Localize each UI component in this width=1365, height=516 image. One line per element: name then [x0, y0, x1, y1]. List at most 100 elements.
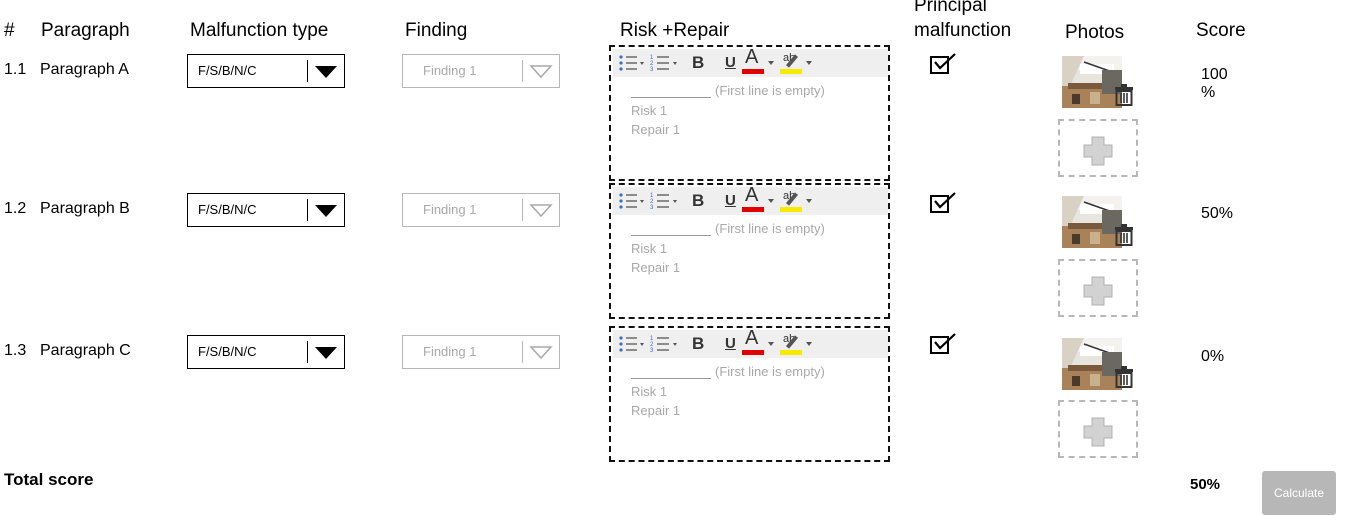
finding-value: Finding 1 [423, 344, 477, 359]
numbered-list-icon[interactable]: 1 2 3 [649, 49, 679, 77]
dropdown-arrow-icon[interactable] [314, 345, 338, 361]
underline-icon[interactable]: U [725, 187, 736, 215]
row-number: 1.1 [4, 61, 27, 78]
empty-line-underscore [631, 235, 711, 236]
row-score-line1: 0% [1201, 348, 1225, 365]
risk-repair-editor[interactable]: 1 2 3 B U A ab (First line is empty) Ris [609, 326, 890, 462]
header-principal: Principal [914, 0, 987, 16]
header-risk-repair: Risk +Repair [620, 20, 730, 41]
header-finding: Finding [405, 20, 468, 41]
underline-icon[interactable]: U [725, 330, 736, 358]
select-divider [307, 341, 308, 363]
highlight-icon[interactable]: ab [778, 330, 818, 358]
svg-text:3: 3 [650, 348, 654, 354]
numbered-list-icon[interactable]: 1 2 3 [649, 187, 679, 215]
underline-icon[interactable]: U [725, 49, 736, 77]
header-malfunction: malfunction [914, 20, 1012, 41]
add-photo-icon [1083, 417, 1113, 447]
row-score: 100 % [1201, 66, 1228, 102]
checkbox-checked-icon[interactable] [930, 333, 956, 355]
select-divider [307, 199, 308, 221]
editor-risk: Risk 1 [631, 103, 668, 118]
bold-icon[interactable]: B [692, 330, 704, 358]
total-score-label: Total score [4, 470, 94, 489]
finding-value: Finding 1 [423, 63, 477, 78]
finding-select[interactable]: Finding 1 [402, 54, 560, 88]
row-score: 50% [1201, 205, 1233, 223]
finding-value: Finding 1 [423, 202, 477, 217]
dropdown-arrow-icon[interactable] [529, 203, 553, 219]
finding-select[interactable]: Finding 1 [402, 335, 560, 369]
photo-image [1062, 338, 1122, 390]
header-num: # [4, 20, 15, 41]
photo-thumbnail[interactable] [1062, 56, 1122, 108]
row-number: 1.2 [4, 200, 27, 217]
photo-thumbnail[interactable] [1062, 196, 1122, 248]
select-divider [522, 199, 523, 221]
row-score-line1: 100 [1201, 66, 1228, 83]
font-color-letter: A [745, 184, 759, 206]
trash-icon[interactable] [1114, 84, 1134, 106]
checkbox-checked-icon[interactable] [930, 53, 956, 75]
checkbox-checked-icon[interactable] [930, 192, 956, 214]
header-paragraph: Paragraph [41, 20, 130, 41]
chevron-down-icon [806, 199, 812, 203]
highlight-swatch [780, 69, 802, 74]
add-photo-icon [1083, 276, 1113, 306]
header-malfunction-type: Malfunction type [190, 20, 329, 41]
chevron-down-icon [806, 342, 812, 346]
numbered-list-icon[interactable]: 1 2 3 [649, 330, 679, 358]
photo-image [1062, 196, 1122, 248]
dropdown-arrow-icon[interactable] [314, 203, 338, 219]
trash-icon[interactable] [1114, 224, 1134, 246]
font-color-swatch [742, 207, 764, 212]
trash-icon[interactable] [1114, 366, 1134, 388]
highlight-icon[interactable]: ab [778, 49, 818, 77]
font-color-swatch [742, 69, 764, 74]
row-score: 0% [1201, 348, 1224, 366]
editor-toolbar: 1 2 3 B U A ab [613, 46, 888, 77]
row-paragraph: Paragraph C [40, 342, 131, 359]
empty-line-underscore [631, 97, 711, 98]
calculate-button[interactable]: Calculate [1262, 471, 1336, 515]
editor-repair: Repair 1 [631, 260, 681, 275]
photo-thumbnail[interactable] [1062, 338, 1122, 390]
font-color-icon[interactable]: A [741, 184, 775, 215]
risk-repair-editor[interactable]: 1 2 3 B U A ab (First line is empty) Ris [609, 183, 890, 319]
row-paragraph: Paragraph B [40, 200, 130, 217]
bullet-list-icon[interactable] [617, 330, 645, 358]
dropdown-arrow-icon[interactable] [529, 64, 553, 80]
risk-repair-editor[interactable]: 1 2 3 B U A ab (First line is empty) Ris [609, 45, 890, 181]
editor-risk: Risk 1 [631, 241, 668, 256]
row-score-line2: % [1201, 84, 1216, 101]
chevron-down-icon [768, 199, 774, 203]
select-divider [522, 60, 523, 82]
bold-icon[interactable]: B [692, 49, 704, 77]
row-paragraph: Paragraph A [40, 61, 129, 78]
add-photo-button[interactable] [1058, 119, 1138, 177]
dropdown-arrow-icon[interactable] [529, 345, 553, 361]
dropdown-arrow-icon[interactable] [314, 64, 338, 80]
malfunction-type-select[interactable]: F/S/B/N/C [187, 335, 345, 369]
chevron-down-icon [768, 61, 774, 65]
row-score-line1: 50% [1201, 205, 1234, 222]
add-photo-button[interactable] [1058, 259, 1138, 317]
highlight-icon[interactable]: ab [778, 187, 818, 215]
editor-repair: Repair 1 [631, 403, 681, 418]
editor-first-line: (First line is empty) [715, 364, 825, 379]
bullet-list-icon[interactable] [617, 187, 645, 215]
font-color-swatch [742, 350, 764, 355]
malfunction-type-select[interactable]: F/S/B/N/C [187, 193, 345, 227]
font-color-icon[interactable]: A [741, 327, 775, 358]
bold-icon[interactable]: B [692, 187, 704, 215]
chevron-down-icon [768, 342, 774, 346]
finding-select[interactable]: Finding 1 [402, 193, 560, 227]
editor-first-line: (First line is empty) [715, 83, 825, 98]
add-photo-button[interactable] [1058, 400, 1138, 458]
font-color-icon[interactable]: A [741, 46, 775, 77]
malfunction-type-select[interactable]: F/S/B/N/C [187, 54, 345, 88]
malfunction-type-value: F/S/B/N/C [198, 63, 257, 78]
photo-image [1062, 56, 1122, 108]
total-score-value: 50% [1190, 476, 1221, 493]
bullet-list-icon[interactable] [617, 49, 645, 77]
